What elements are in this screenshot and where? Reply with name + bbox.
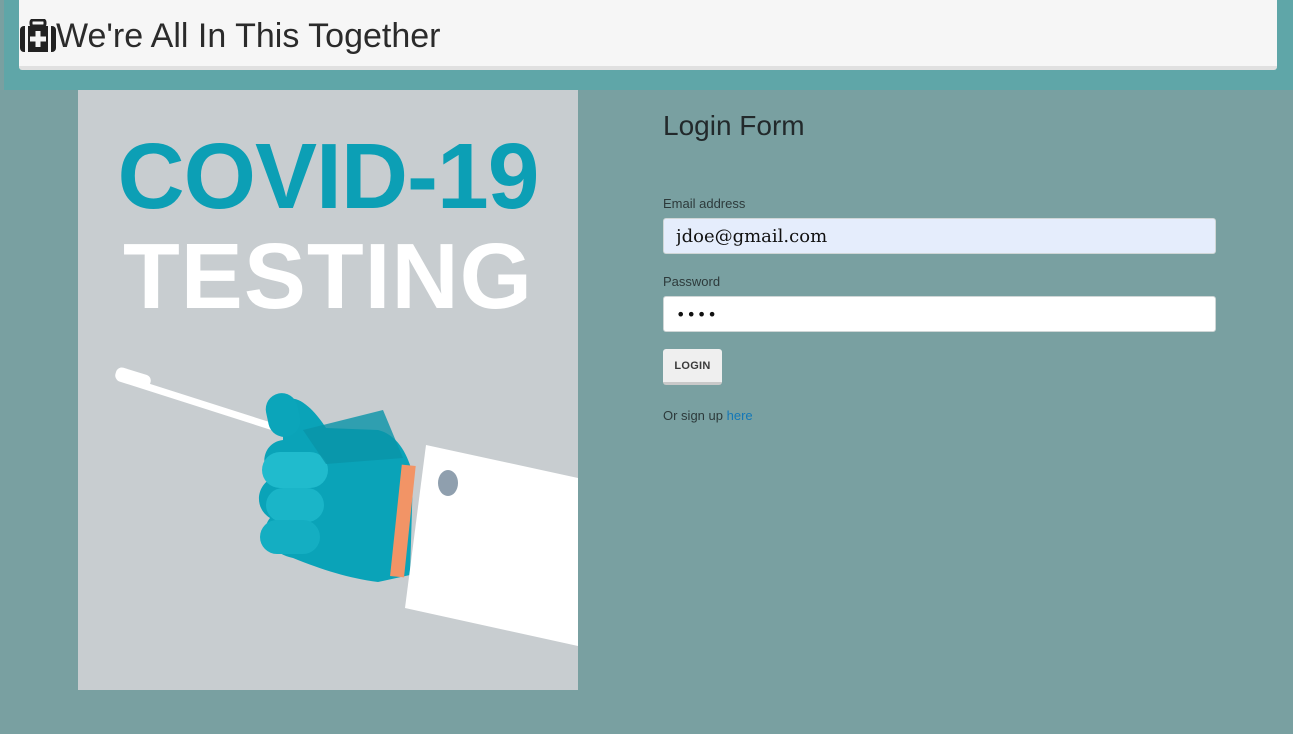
covid-testing-poster: COVID-19 TESTING (78, 90, 578, 690)
password-field[interactable] (663, 296, 1216, 332)
login-button[interactable]: LOGIN (663, 349, 722, 385)
password-label: Password (663, 274, 721, 289)
signup-link[interactable]: here (727, 408, 753, 423)
header: We're All In This Together (19, 0, 1277, 70)
site-title[interactable]: We're All In This Together (56, 16, 440, 56)
signup-prefix: Or sign up (663, 408, 723, 423)
email-field[interactable] (663, 218, 1216, 254)
medkit-icon (20, 18, 56, 53)
sleeve-icon (405, 445, 578, 646)
poster-line-1: COVID-19 (118, 124, 539, 228)
poster-line-2: TESTING (123, 224, 533, 328)
gloved-hand-icon (258, 393, 416, 582)
signup-line: Or sign up here (663, 408, 753, 423)
form-title: Login Form (663, 110, 805, 141)
email-label: Email address (663, 196, 746, 211)
